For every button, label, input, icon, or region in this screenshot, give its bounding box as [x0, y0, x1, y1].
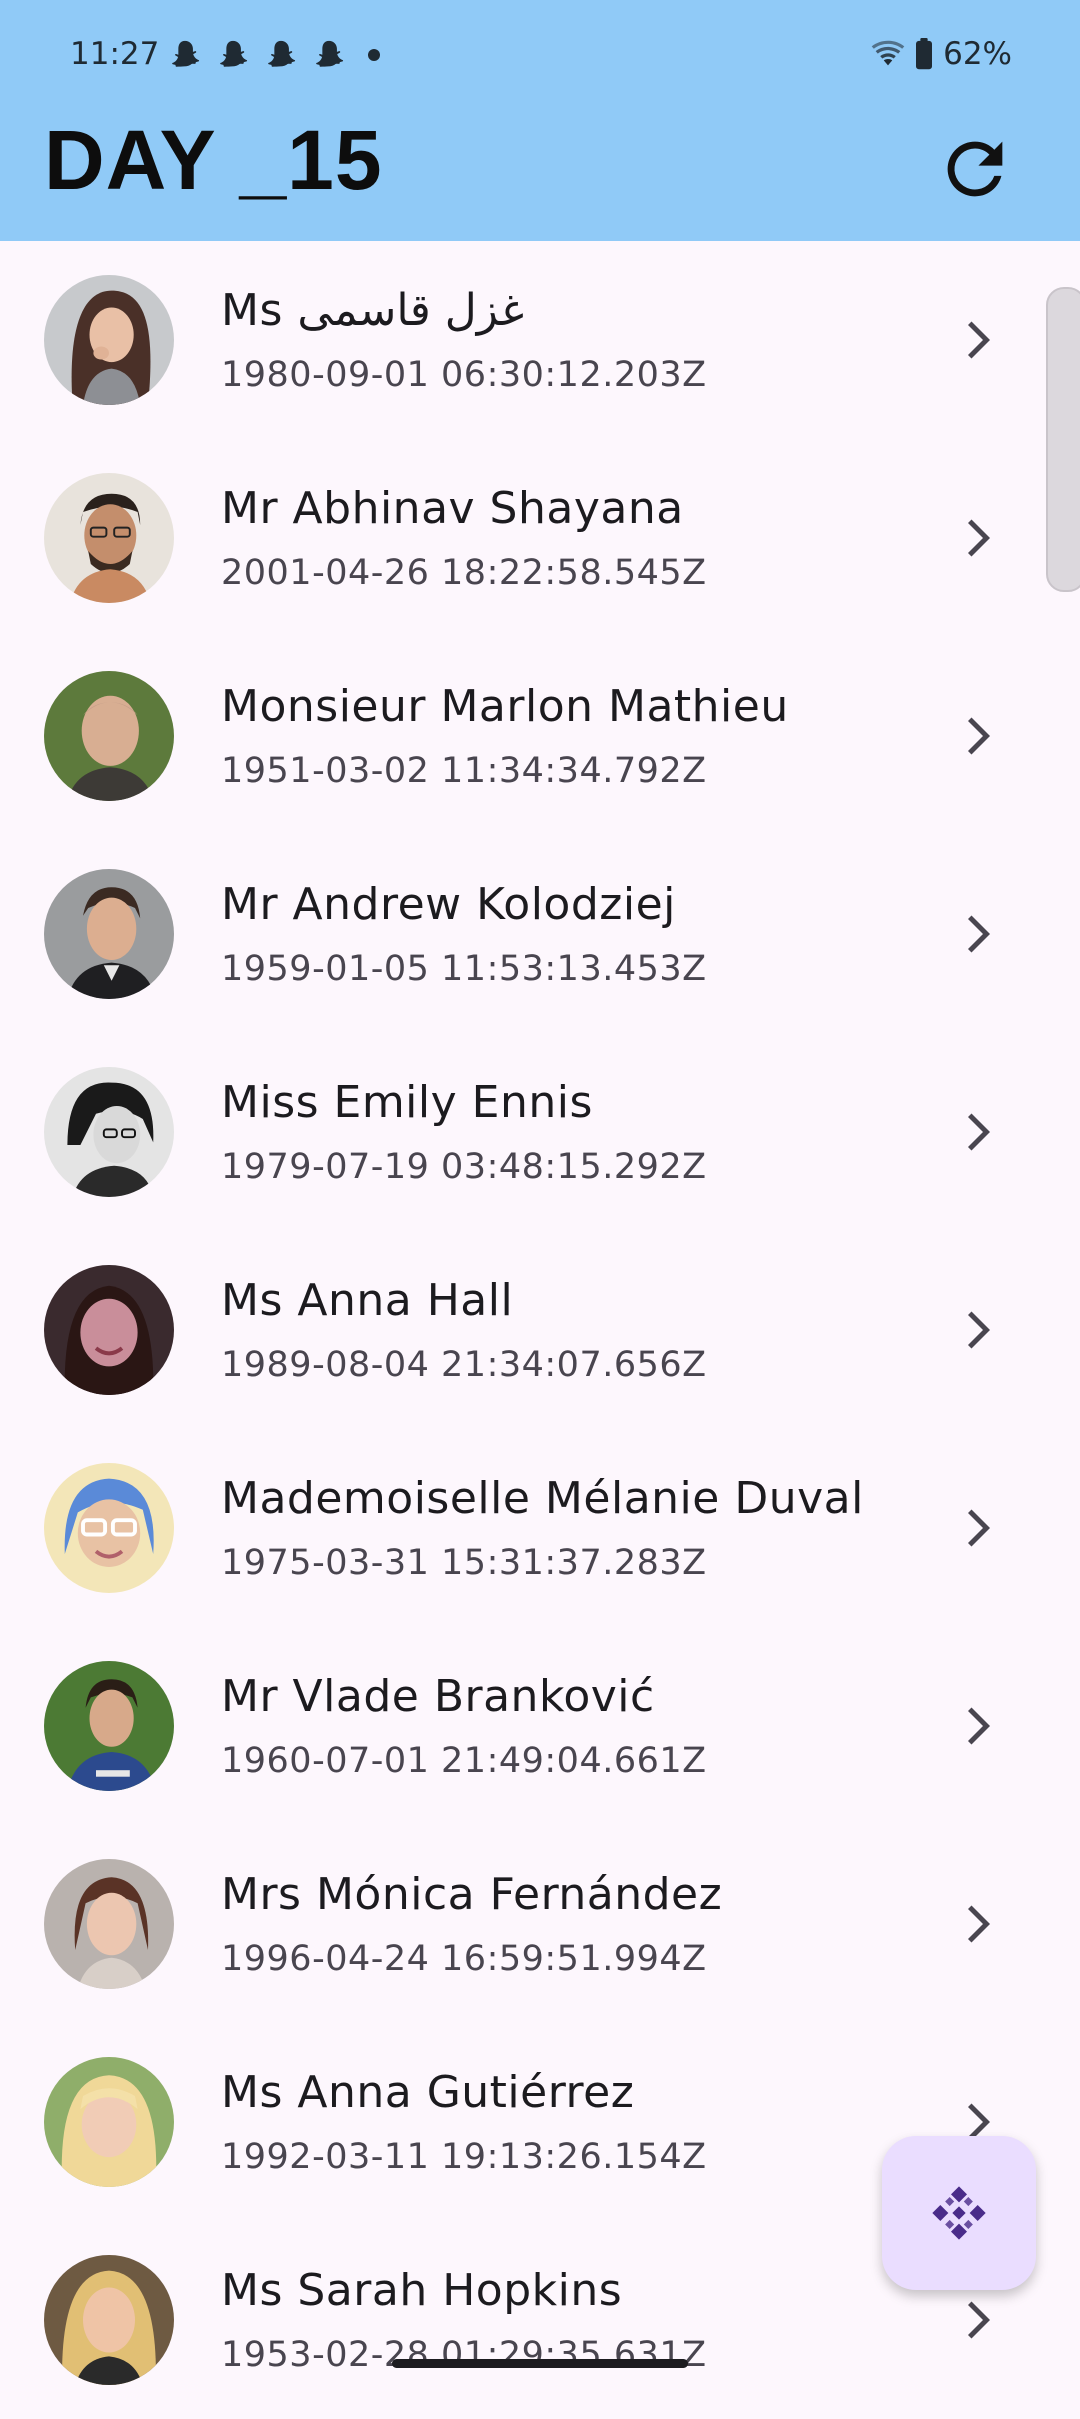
list-item[interactable]: Ms غزل قاسمی 1980-09-01 06:30:12.203Z	[0, 241, 1080, 439]
battery-percentage: 62%	[943, 36, 1012, 72]
user-date: 1975-03-31 15:31:37.283Z	[221, 1543, 707, 1583]
snapchat-icon	[268, 40, 296, 67]
user-name: Mrs Mónica Fernández	[221, 1869, 723, 1920]
user-date: 1989-08-04 21:34:07.656Z	[221, 1345, 707, 1385]
user-name: Miss Emily Ennis	[221, 1077, 593, 1128]
status-bar: 11:27 62%	[0, 0, 1080, 110]
battery-icon	[916, 38, 933, 70]
avatar	[44, 671, 174, 801]
user-date: 1980-09-01 06:30:12.203Z	[221, 355, 707, 395]
chevron-right-icon	[968, 519, 990, 557]
user-date: 1996-04-24 16:59:51.994Z	[221, 1939, 707, 1979]
chevron-right-icon	[968, 1311, 990, 1349]
more-notifications-dot-icon	[368, 49, 380, 61]
page-title: DAY _15	[44, 113, 383, 207]
list-item[interactable]: Mademoiselle Mélanie Duval 1975-03-31 15…	[0, 1429, 1080, 1627]
list-item[interactable]: Mrs Mónica Fernández 1996-04-24 16:59:51…	[0, 1825, 1080, 2023]
avatar	[44, 1463, 174, 1593]
user-name: Ms Anna Gutiérrez	[221, 2067, 635, 2118]
avatar	[44, 869, 174, 999]
chevron-right-icon	[968, 1509, 990, 1547]
user-name: Monsieur Marlon Mathieu	[221, 681, 789, 732]
home-indicator[interactable]	[392, 2359, 688, 2368]
diamond-pattern-icon	[932, 2186, 986, 2240]
chevron-right-icon	[968, 321, 990, 359]
user-date: 1992-03-11 19:13:26.154Z	[221, 2137, 707, 2177]
wifi-icon	[871, 40, 905, 66]
snapchat-icon	[220, 40, 248, 67]
list-item[interactable]: Miss Emily Ennis 1979-07-19 03:48:15.292…	[0, 1033, 1080, 1231]
status-time: 11:27	[70, 36, 160, 72]
list-item[interactable]: Ms Anna Hall 1989-08-04 21:34:07.656Z	[0, 1231, 1080, 1429]
chevron-right-icon	[968, 1707, 990, 1745]
app-bar: 11:27 62% DAY _15	[0, 0, 1080, 241]
list-item[interactable]: Monsieur Marlon Mathieu 1951-03-02 11:34…	[0, 637, 1080, 835]
user-name: Ms Sarah Hopkins	[221, 2265, 623, 2316]
avatar	[44, 2255, 174, 2385]
user-name: Mr Abhinav Shayana	[221, 483, 684, 534]
system-status: 62%	[871, 36, 1012, 72]
chevron-right-icon	[968, 1113, 990, 1151]
user-name: Ms Anna Hall	[221, 1275, 514, 1326]
avatar	[44, 2057, 174, 2187]
chevron-right-icon	[968, 717, 990, 755]
user-date: 1979-07-19 03:48:15.292Z	[221, 1147, 707, 1187]
avatar	[44, 275, 174, 405]
user-name: Mr Vlade Branković	[221, 1671, 655, 1722]
user-date: 2001-04-26 18:22:58.545Z	[221, 553, 707, 593]
fab-button[interactable]	[882, 2136, 1036, 2290]
snapchat-icon	[316, 40, 344, 67]
refresh-button[interactable]	[930, 124, 1020, 214]
chevron-right-icon	[968, 915, 990, 953]
notification-icons	[168, 38, 380, 72]
list-item[interactable]: Mr Abhinav Shayana 2001-04-26 18:22:58.5…	[0, 439, 1080, 637]
avatar	[44, 1859, 174, 1989]
avatar	[44, 1661, 174, 1791]
list-item[interactable]: Mr Vlade Branković 1960-07-01 21:49:04.6…	[0, 1627, 1080, 1825]
user-date: 1959-01-05 11:53:13.453Z	[221, 949, 707, 989]
chevron-right-icon	[968, 1905, 990, 1943]
list-item[interactable]: Mr Andrew Kolodziej 1959-01-05 11:53:13.…	[0, 835, 1080, 1033]
chevron-right-icon	[968, 2301, 990, 2339]
user-name: Ms غزل قاسمی	[221, 285, 525, 336]
refresh-icon	[947, 141, 1003, 197]
user-date: 1960-07-01 21:49:04.661Z	[221, 1741, 707, 1781]
snapchat-icon	[172, 40, 200, 67]
user-date: 1953-02-28 01:29:35.631Z	[221, 2335, 707, 2375]
user-name: Mr Andrew Kolodziej	[221, 879, 676, 930]
avatar	[44, 1067, 174, 1197]
user-name: Mademoiselle Mélanie Duval	[221, 1473, 864, 1524]
user-date: 1951-03-02 11:34:34.792Z	[221, 751, 707, 791]
avatar	[44, 473, 174, 603]
avatar	[44, 1265, 174, 1395]
